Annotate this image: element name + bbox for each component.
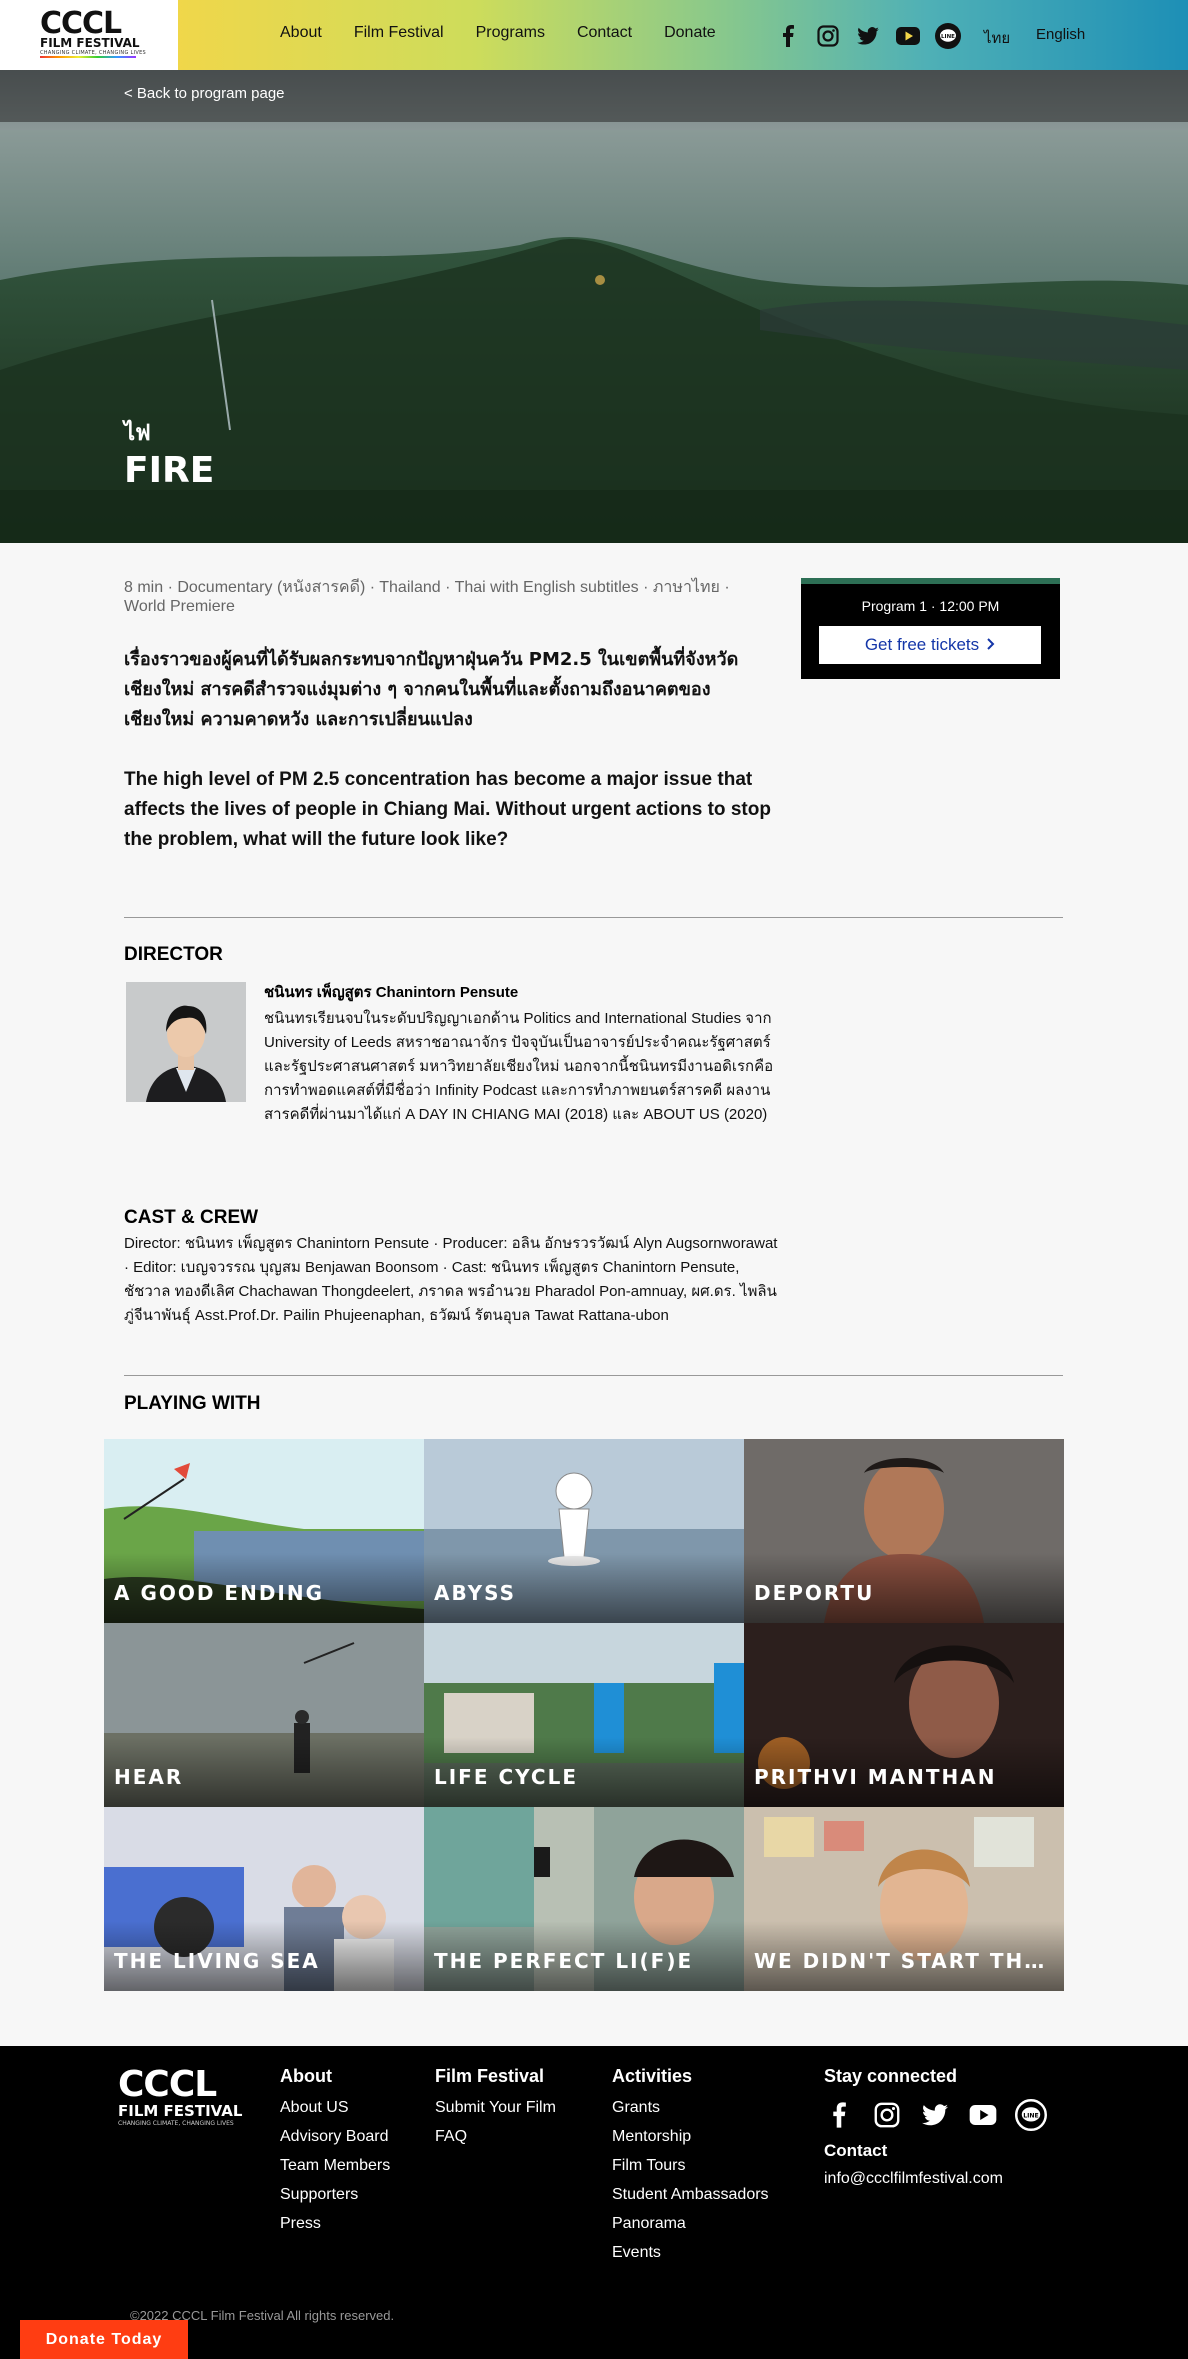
line-icon[interactable]: LINE	[1014, 2098, 1048, 2132]
footer-link-events[interactable]: Events	[612, 2238, 769, 2267]
footer-link-faq[interactable]: FAQ	[435, 2122, 556, 2151]
film-tile-title: WE DIDN'T START THE FIRE	[754, 1949, 1054, 1973]
instagram-icon[interactable]	[814, 22, 842, 50]
divider	[124, 1375, 1063, 1376]
header-social-links: LINE	[774, 22, 962, 50]
logo-color-bar	[40, 56, 136, 58]
director-name: ชนินทร เพ็ญสูตร Chanintorn Pensute	[264, 984, 519, 1001]
nav-programs[interactable]: Programs	[476, 24, 545, 42]
footer-about-heading: About	[280, 2066, 332, 2086]
film-title-thai: ไฟ	[124, 421, 151, 446]
film-tile-deportu[interactable]: DEPORTU	[744, 1439, 1064, 1623]
footer-film-festival-heading: Film Festival	[435, 2066, 545, 2086]
film-description-english: The high level of PM 2.5 concentration h…	[124, 769, 771, 850]
film-tile-we-didnt-start-the-fire[interactable]: WE DIDN'T START THE FIRE	[744, 1807, 1064, 1991]
chevron-right-icon	[987, 635, 995, 655]
footer-link-team-members[interactable]: Team Members	[280, 2151, 390, 2180]
main-nav: About Film Festival Programs Contact Don…	[280, 24, 748, 42]
film-tile-hear[interactable]: HEAR	[104, 1623, 424, 1807]
footer-link-panorama[interactable]: Panorama	[612, 2209, 769, 2238]
footer-activities-heading: Activities	[612, 2066, 693, 2086]
donate-today-button[interactable]: Donate Today	[20, 2320, 188, 2359]
footer-link-submit-film[interactable]: Submit Your Film	[435, 2093, 556, 2122]
footer-activities-column: Activities Grants Mentorship Film Tours …	[612, 2066, 769, 2267]
film-tile-prithvi-manthan[interactable]: PRITHVI MANTHAN	[744, 1623, 1064, 1807]
footer-social-links: LINE	[822, 2098, 1048, 2132]
youtube-icon[interactable]	[966, 2098, 1000, 2132]
playing-with-heading: PLAYING WITH	[124, 1393, 261, 1414]
twitter-icon[interactable]	[854, 22, 882, 50]
film-tile-abyss[interactable]: ABYSS	[424, 1439, 744, 1623]
site-header: CCCL FILM FESTIVAL CHANGING CLIMATE, CHA…	[0, 0, 1188, 70]
cast-crew-text: Director: ชนินทร เพ็ญสูตร Chanintorn Pen…	[124, 1235, 778, 1324]
film-title: FIRE	[124, 450, 215, 491]
film-tile-the-perfect-life[interactable]: THE PERFECT LI(F)E	[424, 1807, 744, 1991]
film-meta: 8 min · Documentary (หนังสารคดี) · Thail…	[124, 579, 730, 615]
facebook-icon[interactable]	[822, 2098, 856, 2132]
director-heading: DIRECTOR	[124, 944, 223, 965]
footer-logo-sub: FILM FESTIVAL	[118, 2102, 243, 2120]
logo-sub-text: FILM FESTIVAL	[40, 36, 140, 50]
film-tile-title: LIFE CYCLE	[434, 1765, 579, 1789]
footer-link-advisory-board[interactable]: Advisory Board	[280, 2122, 390, 2151]
film-tile-title: HEAR	[114, 1765, 184, 1789]
footer-link-press[interactable]: Press	[280, 2209, 390, 2238]
director-bio: ชนินทรเรียนจบในระดับปริญญาเอกด้าน Politi…	[264, 1010, 774, 1123]
film-tile-a-good-ending[interactable]: A GOOD ENDING	[104, 1439, 424, 1623]
contact-heading: Contact	[824, 2141, 888, 2160]
get-tickets-button[interactable]: Get free tickets	[819, 626, 1041, 664]
footer-film-festival-column: Film Festival Submit Your Film FAQ	[435, 2066, 556, 2151]
nav-about[interactable]: About	[280, 24, 322, 42]
film-tile-title: PRITHVI MANTHAN	[754, 1765, 997, 1789]
lang-thai[interactable]: ไทย	[984, 26, 1010, 50]
divider	[124, 917, 1063, 918]
ticket-panel: Program 1 · 12:00 PM Get free tickets	[801, 578, 1060, 679]
playing-with-grid: A GOOD ENDING ABYSS DEPORTU HEAR LIFE CY…	[104, 1439, 1064, 1991]
footer-logo-main[interactable]: CCCL	[118, 2064, 217, 2105]
footer-link-supporters[interactable]: Supporters	[280, 2180, 390, 2209]
svg-text:LINE: LINE	[1023, 2112, 1039, 2119]
instagram-icon[interactable]	[870, 2098, 904, 2132]
back-to-program-link[interactable]: < Back to program page	[124, 85, 285, 102]
footer-link-grants[interactable]: Grants	[612, 2093, 769, 2122]
hero-top-strip: < Back to program page	[0, 70, 1188, 122]
hero-banner: < Back to program page ไฟ FIRE	[0, 70, 1188, 543]
stay-connected-heading: Stay connected	[824, 2066, 958, 2086]
footer-about-column: About About US Advisory Board Team Membe…	[280, 2066, 390, 2238]
footer-link-film-tours[interactable]: Film Tours	[612, 2151, 769, 2180]
nav-contact[interactable]: Contact	[577, 24, 632, 42]
footer-link-student-ambassadors[interactable]: Student Ambassadors	[612, 2180, 769, 2209]
cast-crew-heading: CAST & CREW	[124, 1207, 259, 1228]
footer-link-about-us[interactable]: About US	[280, 2093, 390, 2122]
film-tile-title: A GOOD ENDING	[114, 1581, 325, 1605]
svg-text:LINE: LINE	[941, 34, 955, 40]
site-footer: CCCL FILM FESTIVAL CHANGING CLIMATE, CHA…	[0, 2046, 1188, 2359]
get-tickets-label: Get free tickets	[864, 635, 980, 654]
site-logo[interactable]: CCCL FILM FESTIVAL CHANGING CLIMATE, CHA…	[0, 0, 178, 70]
footer-logo-tagline: CHANGING CLIMATE, CHANGING LIVES	[118, 2120, 234, 2127]
youtube-icon[interactable]	[894, 22, 922, 50]
film-tile-life-cycle[interactable]: LIFE CYCLE	[424, 1623, 744, 1807]
twitter-icon[interactable]	[918, 2098, 952, 2132]
contact-email[interactable]: info@ccclfilmfestival.com	[824, 2170, 1003, 2188]
line-icon[interactable]: LINE	[934, 22, 962, 50]
program-time: Program 1 · 12:00 PM	[861, 598, 1000, 614]
director-photo	[126, 982, 246, 1102]
footer-link-mentorship[interactable]: Mentorship	[612, 2122, 769, 2151]
film-tile-title: DEPORTU	[754, 1581, 875, 1605]
footer-stay-connected: Stay connected	[824, 2066, 957, 2093]
film-tile-title: THE LIVING SEA	[114, 1949, 320, 1973]
nav-donate[interactable]: Donate	[664, 24, 716, 42]
film-tile-title: ABYSS	[434, 1581, 517, 1605]
lang-english[interactable]: English	[1036, 26, 1085, 43]
facebook-icon[interactable]	[774, 22, 802, 50]
film-description-thai: เรื่องราวของผู้คนที่ได้รับผลกระทบจากปัญห…	[124, 649, 739, 730]
film-tile-title: THE PERFECT LI(F)E	[434, 1949, 694, 1973]
nav-film-festival[interactable]: Film Festival	[354, 24, 444, 42]
film-tile-the-living-sea[interactable]: THE LIVING SEA	[104, 1807, 424, 1991]
